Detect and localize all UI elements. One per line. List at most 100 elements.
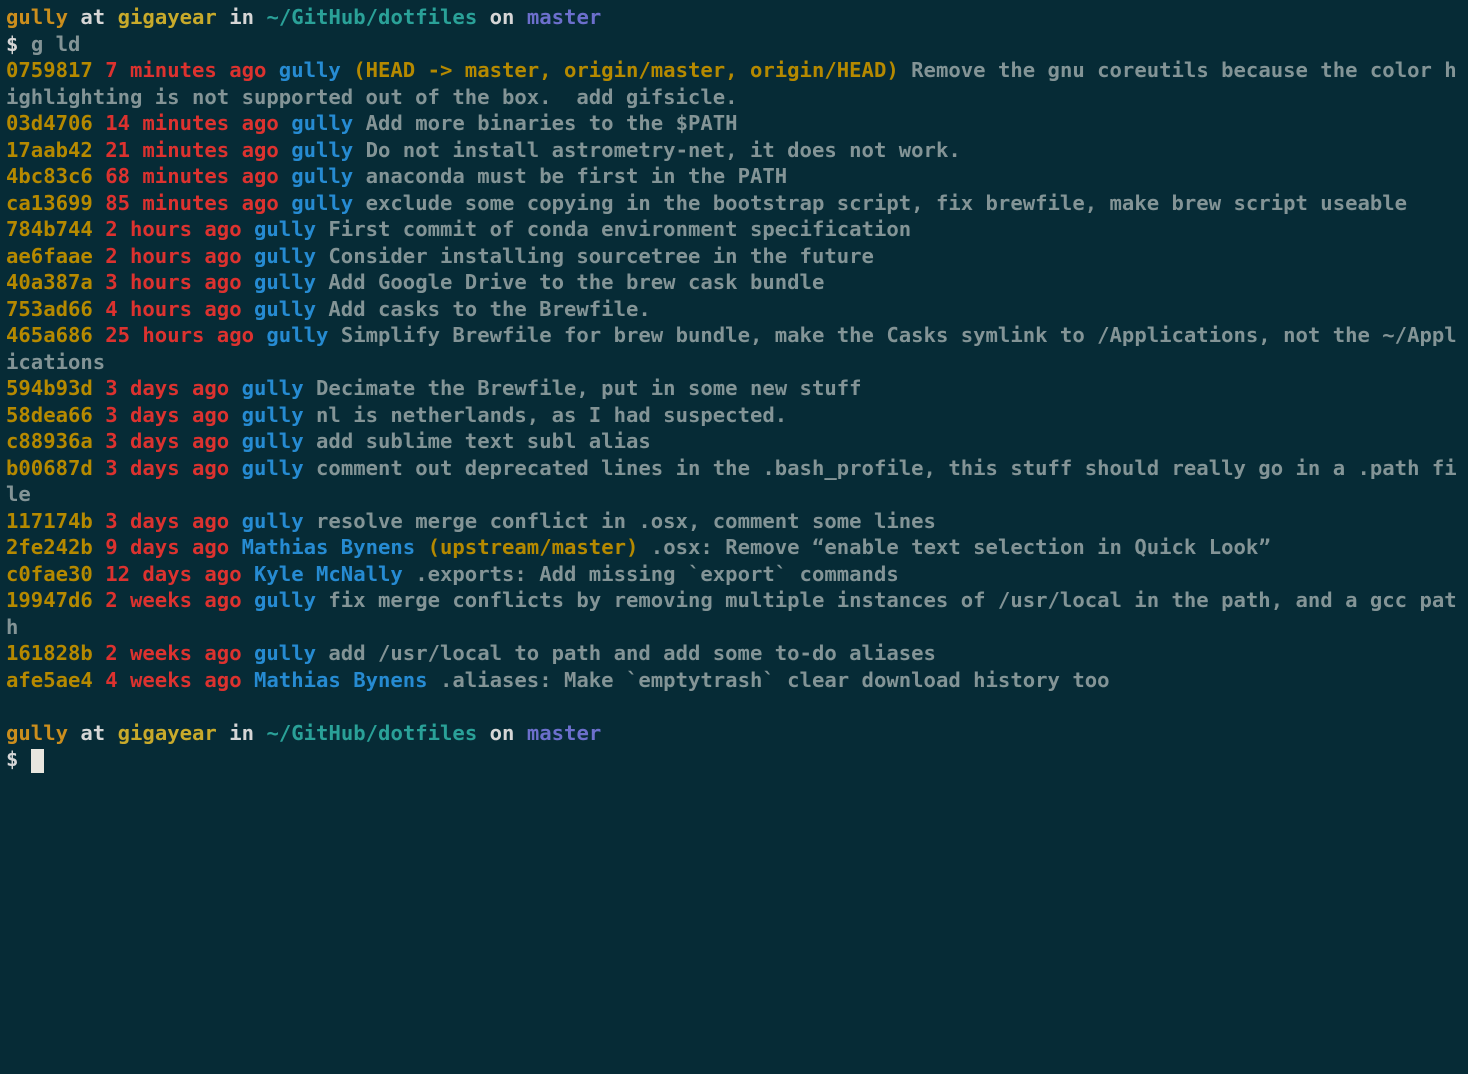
commit-author: gully xyxy=(291,164,353,188)
commit-author: gully xyxy=(242,456,304,480)
commit-age: 14 minutes ago xyxy=(105,111,279,135)
commit-author: gully xyxy=(291,111,353,135)
commit-hash: 03d4706 xyxy=(6,111,93,135)
prompt-user: gully xyxy=(6,721,68,745)
commit-message: Decimate the Brewfile, put in some new s… xyxy=(316,376,862,400)
commit-message: Consider installing sourcetree in the fu… xyxy=(328,244,874,268)
commit-hash: 465a686 xyxy=(6,323,93,347)
commit-message: Do not install astrometry-net, it does n… xyxy=(366,138,961,162)
commit-age: 9 days ago xyxy=(105,535,229,559)
commit-author: gully xyxy=(266,323,328,347)
commit-hash: 4bc83c6 xyxy=(6,164,93,188)
commit-author: gully xyxy=(291,191,353,215)
commit-hash: 161828b xyxy=(6,641,93,665)
commit-message: .exports: Add missing `export` commands xyxy=(415,562,899,586)
prompt-line-1: gully at gigayear in ~/GitHub/dotfiles o… xyxy=(6,5,601,29)
commit-author: Mathias Bynens xyxy=(254,668,428,692)
commit-age: 3 days ago xyxy=(105,376,229,400)
prompt-path: ~/GitHub/dotfiles xyxy=(266,721,477,745)
commit-refs: (upstream/master) xyxy=(428,535,639,559)
commit-age: 2 hours ago xyxy=(105,217,241,241)
commit-message: anaconda must be first in the PATH xyxy=(366,164,788,188)
prompt-line-2: gully at gigayear in ~/GitHub/dotfiles o… xyxy=(6,721,601,745)
commit-age: 2 hours ago xyxy=(105,244,241,268)
command-line: $ g ld xyxy=(6,32,80,56)
commit-age: 25 hours ago xyxy=(105,323,254,347)
commit-hash: c88936a xyxy=(6,429,93,453)
commit-age: 2 weeks ago xyxy=(105,641,241,665)
commit-message: exclude some copying in the bootstrap sc… xyxy=(366,191,1407,215)
commit-author: gully xyxy=(242,509,304,533)
commit-message: .osx: Remove “enable text selection in Q… xyxy=(651,535,1271,559)
prompt-symbol: $ xyxy=(6,32,18,56)
commit-hash: ca13699 xyxy=(6,191,93,215)
prompt-on: on xyxy=(490,721,515,745)
commit-message: Add more binaries to the $PATH xyxy=(366,111,738,135)
commit-hash: 117174b xyxy=(6,509,93,533)
commit-hash: 784b744 xyxy=(6,217,93,241)
commit-age: 3 days ago xyxy=(105,509,229,533)
git-log-output: 0759817 7 minutes ago gully (HEAD -> mas… xyxy=(6,58,1457,692)
prompt-on: on xyxy=(490,5,515,29)
command-line-empty[interactable]: $ xyxy=(6,747,44,771)
commit-hash: afe5ae4 xyxy=(6,668,93,692)
commit-age: 3 hours ago xyxy=(105,270,241,294)
prompt-symbol: $ xyxy=(6,747,18,771)
commit-hash: 594b93d xyxy=(6,376,93,400)
commit-author: gully xyxy=(291,138,353,162)
commit-message: Add Google Drive to the brew cask bundle xyxy=(328,270,824,294)
commit-message: resolve merge conflict in .osx, comment … xyxy=(316,509,936,533)
commit-author: gully xyxy=(242,429,304,453)
prompt-path: ~/GitHub/dotfiles xyxy=(266,5,477,29)
commit-age: 7 minutes ago xyxy=(105,58,266,82)
commit-author: gully xyxy=(254,270,316,294)
commit-refs: (HEAD -> master, origin/master, origin/H… xyxy=(353,58,899,82)
commit-age: 3 days ago xyxy=(105,403,229,427)
commit-age: 12 days ago xyxy=(105,562,241,586)
commit-age: 4 weeks ago xyxy=(105,668,241,692)
commit-age: 85 minutes ago xyxy=(105,191,279,215)
commit-hash: c0fae30 xyxy=(6,562,93,586)
commit-author: gully xyxy=(242,376,304,400)
commit-hash: 2fe242b xyxy=(6,535,93,559)
commit-message: add sublime text subl alias xyxy=(316,429,651,453)
commit-hash: 753ad66 xyxy=(6,297,93,321)
commit-age: 3 days ago xyxy=(105,429,229,453)
prompt-host: gigayear xyxy=(118,5,217,29)
commit-hash: 19947d6 xyxy=(6,588,93,612)
prompt-in: in xyxy=(229,721,254,745)
commit-hash: 0759817 xyxy=(6,58,93,82)
commit-age: 3 days ago xyxy=(105,456,229,480)
commit-message: Add casks to the Brewfile. xyxy=(328,297,650,321)
commit-author: gully xyxy=(254,641,316,665)
terminal-output[interactable]: gully at gigayear in ~/GitHub/dotfiles o… xyxy=(0,0,1468,773)
prompt-in: in xyxy=(229,5,254,29)
commit-message: nl is netherlands, as I had suspected. xyxy=(316,403,787,427)
commit-author: gully xyxy=(242,403,304,427)
commit-message: .aliases: Make `emptytrash` clear downlo… xyxy=(440,668,1110,692)
commit-age: 68 minutes ago xyxy=(105,164,279,188)
prompt-at: at xyxy=(80,5,105,29)
commit-hash: 40a387a xyxy=(6,270,93,294)
commit-author: gully xyxy=(254,588,316,612)
commit-author: gully xyxy=(254,217,316,241)
commit-hash: 17aab42 xyxy=(6,138,93,162)
commit-author: gully xyxy=(279,58,341,82)
commit-author: gully xyxy=(254,297,316,321)
commit-hash: ae6faae xyxy=(6,244,93,268)
commit-hash: 58dea66 xyxy=(6,403,93,427)
commit-hash: b00687d xyxy=(6,456,93,480)
prompt-user: gully xyxy=(6,5,68,29)
cursor-block-icon xyxy=(31,749,44,773)
commit-age: 4 hours ago xyxy=(105,297,241,321)
commit-age: 2 weeks ago xyxy=(105,588,241,612)
commit-author: Mathias Bynens xyxy=(242,535,416,559)
commit-message: add /usr/local to path and add some to-d… xyxy=(328,641,936,665)
commit-message: First commit of conda environment specif… xyxy=(328,217,911,241)
commit-author: Kyle McNally xyxy=(254,562,403,586)
prompt-host: gigayear xyxy=(118,721,217,745)
prompt-branch: master xyxy=(527,721,601,745)
commit-age: 21 minutes ago xyxy=(105,138,279,162)
prompt-branch: master xyxy=(527,5,601,29)
typed-command: g ld xyxy=(31,32,81,56)
